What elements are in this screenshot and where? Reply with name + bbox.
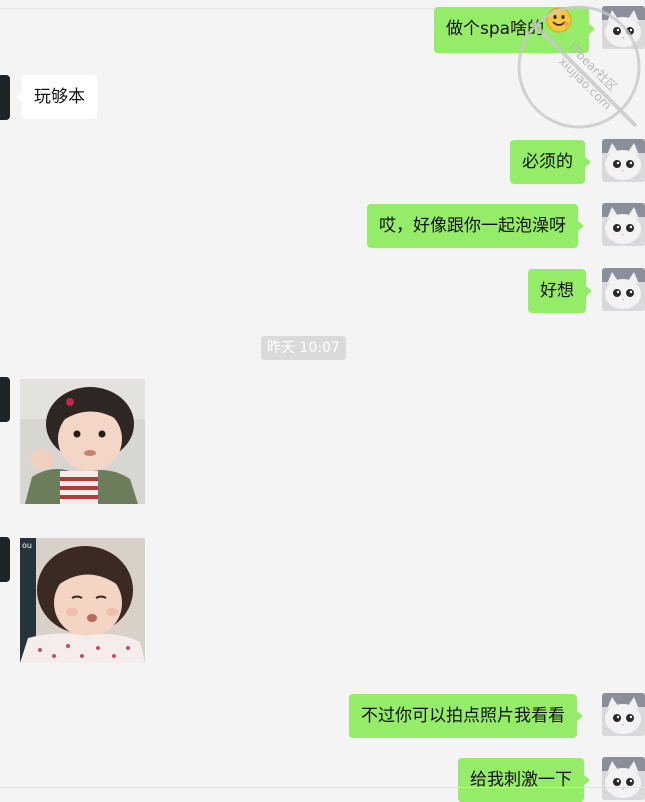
message-bubble-sent[interactable]: 不过你可以拍点照片我看看 [349,694,583,738]
message-text: 做个spa啥的 [446,19,545,39]
message-text: 必须的 [522,152,573,172]
message-text: 好想 [540,281,574,301]
sticker-image[interactable] [20,379,145,504]
cat-avatar[interactable] [602,693,645,736]
message-bubble-sent[interactable]: 必须的 [510,140,591,184]
message-text: 哎，好像跟你一起泡澡呀 [379,216,566,236]
bottom-divider [0,787,645,788]
cat-avatar[interactable] [602,6,645,49]
cat-avatar[interactable] [602,203,645,246]
message-bubble-sent[interactable]: 哎，好像跟你一起泡澡呀 [367,204,584,248]
watermark-text-2: xiujiao.com [556,54,614,112]
message-bubble-sent[interactable]: 好想 [528,269,592,313]
smile-emoji-icon [546,6,572,50]
message-timestamp: 昨天 10:07 [261,336,346,360]
message-bubble-sent[interactable]: 做个spa啥的 [434,6,595,53]
cat-avatar[interactable] [602,757,645,800]
message-bubble-sent[interactable]: 给我刺激一下 [458,758,590,802]
sticker-label: ou [22,541,32,550]
message-text: 不过你可以拍点照片我看看 [361,706,565,726]
chat-area[interactable]: 做个spa啥的 玩够本 必须的 哎，好像跟你一起泡澡呀 好想 昨天 10:07 … [0,0,645,802]
cat-avatar[interactable] [602,268,645,311]
message-text: 玩够本 [34,87,85,107]
cat-avatar[interactable] [602,139,645,182]
contact-avatar[interactable] [0,537,10,582]
contact-avatar[interactable] [0,377,10,422]
contact-avatar[interactable] [0,75,10,120]
sticker-image[interactable]: ou [20,538,145,663]
message-bubble-received[interactable]: 玩够本 [16,75,97,119]
